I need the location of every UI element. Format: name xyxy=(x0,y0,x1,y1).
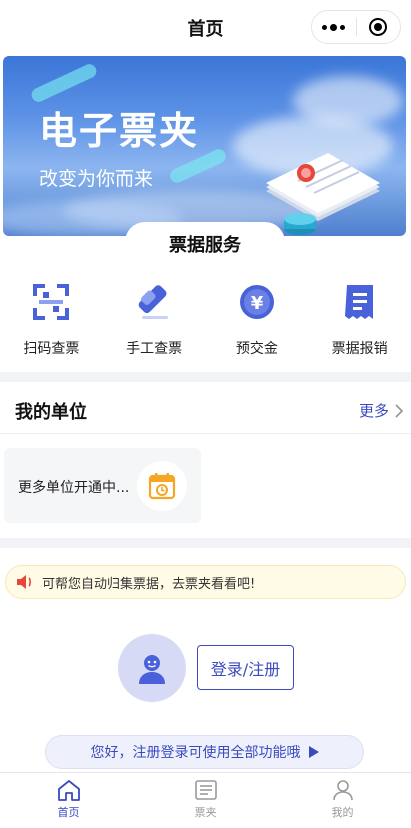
home-icon xyxy=(57,780,80,801)
nav-header: 首页 xyxy=(0,0,411,54)
my-unit-header: 我的单位 更多 xyxy=(0,384,411,434)
chevron-right-icon xyxy=(395,403,403,418)
tab-wallet[interactable]: 票夹 xyxy=(137,773,274,828)
my-unit-title: 我的单位 xyxy=(15,402,87,423)
mini-program-capsule xyxy=(311,10,401,44)
tab-mine-label: 我的 xyxy=(331,806,354,819)
promo-banner[interactable]: 电子票夹 改变为你而来 xyxy=(3,56,406,236)
notice-text: 可帮您自动归集票据，去票夹看看吧! xyxy=(42,576,256,592)
avatar xyxy=(118,634,186,702)
my-unit-more-link[interactable]: 更多 xyxy=(359,400,403,421)
login-hint-text: 您好，注册登录可使用全部功能哦 xyxy=(90,745,301,761)
service-scan-button[interactable]: 扫码查票 xyxy=(0,270,103,370)
tab-mine[interactable]: 我的 xyxy=(274,773,411,828)
service-scan-label: 扫码查票 xyxy=(23,341,80,357)
service-manual-label: 手工查票 xyxy=(126,341,183,357)
banner-subtitle: 改变为你而来 xyxy=(39,168,154,190)
section-divider xyxy=(0,538,411,548)
tab-wallet-label: 票夹 xyxy=(194,806,217,819)
banner-title: 电子票夹 xyxy=(39,109,200,153)
svg-text:¥: ¥ xyxy=(251,293,264,314)
service-prepay-label: 预交金 xyxy=(235,341,278,357)
more-menu-icon[interactable] xyxy=(312,23,356,31)
login-hint-banner[interactable]: 您好，注册登录可使用全部功能哦 xyxy=(45,735,364,769)
service-prepay-button[interactable]: ¥ 预交金 xyxy=(206,270,309,370)
section-divider xyxy=(0,372,411,382)
document-stack-icon xyxy=(266,153,380,235)
service-grid: 扫码查票 手工查票 ¥ 预交金 票据报销 xyxy=(0,270,411,370)
more-label: 更多 xyxy=(358,402,389,420)
ticket-list-icon xyxy=(194,780,217,800)
pencil-icon xyxy=(132,280,176,324)
receipt-icon xyxy=(338,280,382,324)
play-arrow-icon xyxy=(308,746,319,758)
services-section-title: 票据服务 xyxy=(125,222,285,262)
service-reimburse-label: 票据报销 xyxy=(331,341,388,357)
scan-icon xyxy=(29,280,73,324)
close-target-icon[interactable] xyxy=(357,18,401,36)
tab-home[interactable]: 首页 xyxy=(0,773,137,828)
unit-card-text: 更多单位开通中... xyxy=(18,480,130,496)
bottom-tab-bar: 首页 票夹 我的 xyxy=(0,772,411,828)
service-manual-button[interactable]: 手工查票 xyxy=(103,270,206,370)
yen-icon: ¥ xyxy=(235,280,279,324)
service-reimburse-button[interactable]: 票据报销 xyxy=(308,270,411,370)
tab-home-label: 首页 xyxy=(57,806,80,819)
calendar-clock-icon xyxy=(137,461,187,511)
login-register-button[interactable]: 登录/注册 xyxy=(197,645,294,690)
person-icon xyxy=(332,780,353,801)
user-avatar-icon xyxy=(139,655,165,684)
notice-bar[interactable]: 可帮您自动归集票据，去票夹看看吧! xyxy=(5,565,406,599)
unit-card[interactable]: 更多单位开通中... xyxy=(4,448,201,523)
decor-streak xyxy=(29,61,99,105)
speaker-icon xyxy=(17,575,31,589)
